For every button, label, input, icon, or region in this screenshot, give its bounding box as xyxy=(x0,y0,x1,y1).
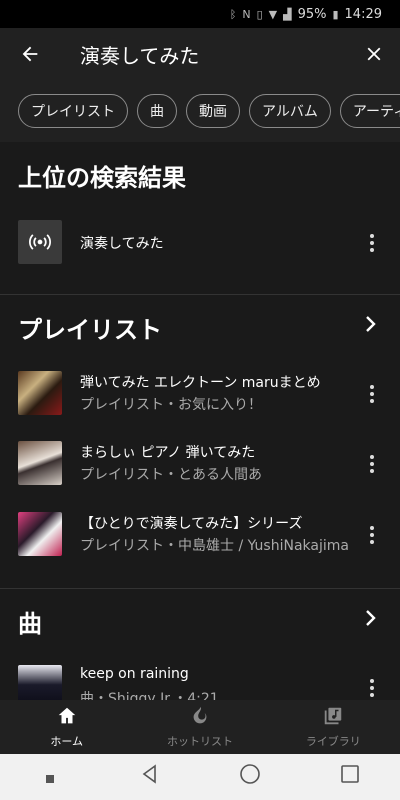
library-icon xyxy=(322,705,344,731)
more-options-icon[interactable] xyxy=(362,229,382,257)
chevron-right-icon[interactable] xyxy=(364,608,378,633)
more-options-icon[interactable] xyxy=(362,380,382,408)
top-result-row[interactable]: 演奏してみた xyxy=(0,215,400,271)
playlist-subtitle: プレイリスト・お気に入り！ xyxy=(80,397,262,413)
playlist-row[interactable]: 【ひとりで演奏してみた】シリーズ プレイリスト・中島雄士 / YushiNaka… xyxy=(0,507,400,563)
search-results: 上位の検索結果 演奏してみた プレイリスト 弾いてみた エレクトーン maruま… xyxy=(0,142,400,700)
clock: 14:29 xyxy=(344,6,382,22)
chip-videos[interactable]: 動画 xyxy=(186,94,240,128)
playlist-thumbnail xyxy=(18,371,62,415)
nav-hotlist[interactable]: ホットリスト xyxy=(133,700,266,754)
battery-percent: 95% xyxy=(297,6,327,22)
radio-icon xyxy=(18,220,62,264)
nav-library[interactable]: ライブラリ xyxy=(267,700,400,754)
playlist-title: 【ひとりで演奏してみた】シリーズ xyxy=(80,516,303,532)
playlist-title: 弾いてみた エレクトーン maruまとめ xyxy=(80,375,321,391)
system-navigation-bar xyxy=(0,754,400,800)
signal-icon: ▟ xyxy=(283,7,292,21)
album-art-thumbnail xyxy=(18,665,62,700)
search-query[interactable]: 演奏してみた xyxy=(60,40,348,69)
playlist-title: まらしぃ ピアノ 弾いてみた xyxy=(80,445,256,461)
more-options-icon[interactable] xyxy=(362,521,382,549)
chip-albums[interactable]: アルバム xyxy=(249,94,331,128)
song-subtitle: 曲・Shiggy Jr.・4:21 xyxy=(80,691,219,700)
chevron-right-icon[interactable] xyxy=(364,314,378,339)
vibrate-icon: ▯ xyxy=(256,7,263,21)
nav-library-label: ライブラリ xyxy=(305,735,361,748)
bottom-navigation: ホーム ホットリスト ライブラリ xyxy=(0,700,400,754)
filter-chips: プレイリスト 曲 動画 アルバム アーティ xyxy=(0,80,400,142)
status-bar: ᛒ N ▯ ▼ ▟ 95% ▮ 14:29 xyxy=(0,0,400,28)
playlist-thumbnail xyxy=(18,441,62,485)
playlist-row[interactable]: 弾いてみた エレクトーン maruまとめ プレイリスト・お気に入り！ xyxy=(0,366,400,422)
playlist-subtitle: プレイリスト・とある人間あ xyxy=(80,467,262,483)
bluetooth-icon: ᛒ xyxy=(229,7,237,21)
songs-heading: 曲 xyxy=(18,610,42,638)
more-options-icon[interactable] xyxy=(362,674,382,700)
chip-artists[interactable]: アーティ xyxy=(339,94,400,128)
chip-playlists[interactable]: プレイリスト xyxy=(18,94,128,128)
back-arrow-icon[interactable] xyxy=(0,28,60,80)
back-triangle-icon[interactable] xyxy=(120,764,180,790)
top-result-heading: 上位の検索結果 xyxy=(18,164,186,192)
playlists-heading: プレイリスト xyxy=(18,316,162,344)
divider xyxy=(0,294,400,295)
home-circle-icon[interactable] xyxy=(220,763,280,791)
playlist-subtitle: プレイリスト・中島雄士 / YushiNakajima xyxy=(80,538,349,554)
fire-icon xyxy=(189,705,211,731)
more-options-icon[interactable] xyxy=(362,450,382,478)
song-title: keep on raining xyxy=(80,666,189,682)
nav-home-label: ホーム xyxy=(50,735,83,748)
recent-square-small-icon[interactable] xyxy=(20,765,80,790)
close-icon[interactable] xyxy=(348,28,400,80)
wifi-icon: ▼ xyxy=(268,7,278,21)
nav-home[interactable]: ホーム xyxy=(0,700,133,754)
nfc-icon: N xyxy=(242,7,251,21)
home-icon xyxy=(56,705,78,731)
nav-hotlist-label: ホットリスト xyxy=(166,735,233,748)
top-result-title: 演奏してみた xyxy=(80,236,164,252)
search-bar: 演奏してみた xyxy=(0,28,400,80)
overview-square-icon[interactable] xyxy=(320,764,380,790)
playlist-thumbnail xyxy=(18,512,62,556)
playlist-row[interactable]: まらしぃ ピアノ 弾いてみた プレイリスト・とある人間あ xyxy=(0,436,400,492)
song-row[interactable]: keep on raining 曲・Shiggy Jr.・4:21 xyxy=(0,660,400,700)
divider xyxy=(0,588,400,589)
chip-songs[interactable]: 曲 xyxy=(137,94,177,128)
battery-icon: ▮ xyxy=(332,7,339,21)
